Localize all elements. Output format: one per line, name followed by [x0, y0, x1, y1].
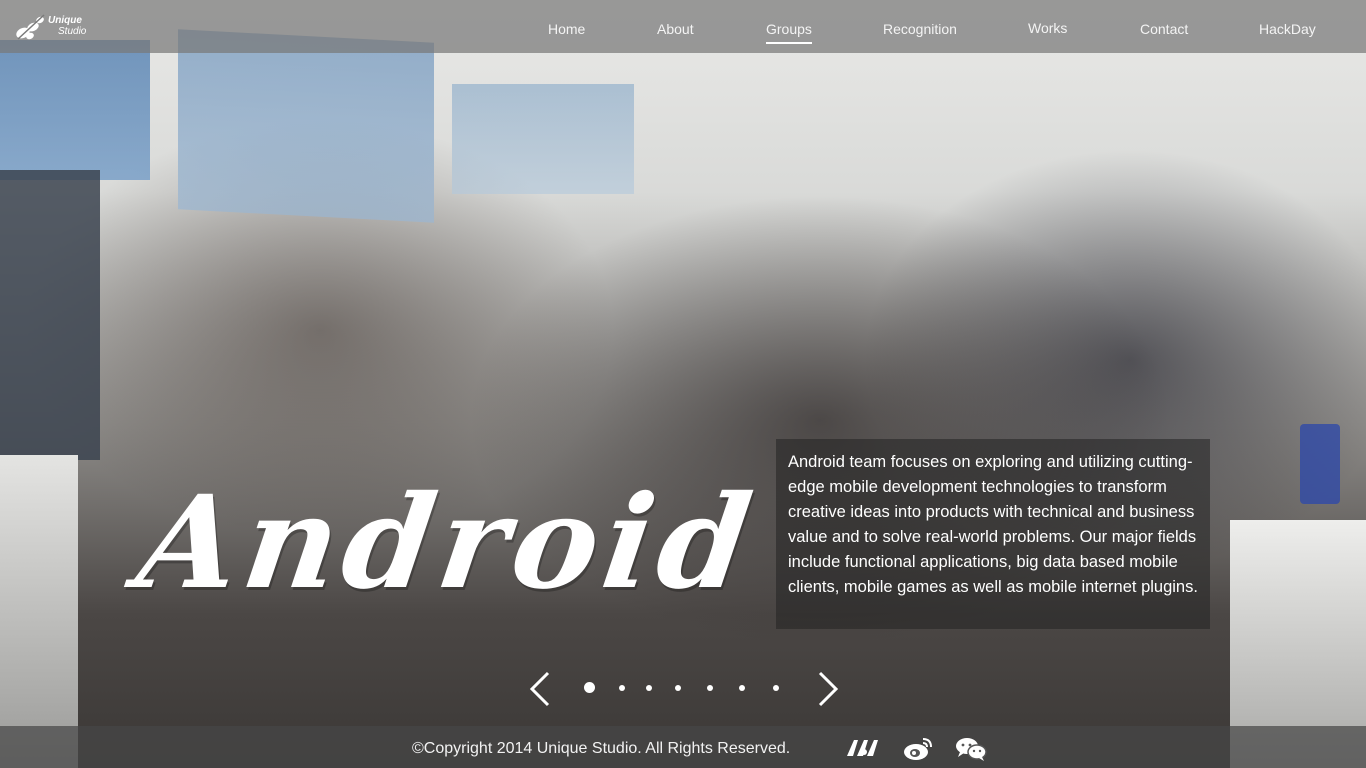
slide-dot-7[interactable]: [773, 685, 779, 691]
background-window: [0, 40, 150, 180]
nav-contact[interactable]: Contact: [1140, 20, 1188, 38]
description-panel: Android team focuses on exploring and ut…: [776, 439, 1210, 629]
copyright-text: ©Copyright 2014 Unique Studio. All Right…: [412, 740, 791, 757]
chevron-left-icon: [529, 671, 550, 707]
unique-studio-logo-icon: [16, 14, 45, 40]
weibo-icon: [904, 738, 932, 760]
unique-studio-social-link[interactable]: [845, 736, 881, 762]
group-title: Android: [129, 468, 766, 618]
slide-dot-4[interactable]: [675, 685, 681, 691]
prev-slide-button[interactable]: [522, 670, 558, 708]
next-slide-button[interactable]: [810, 670, 846, 708]
logo-line-2: Studio: [58, 26, 87, 37]
logo-line-1: Unique: [48, 15, 82, 26]
chevron-right-icon: [818, 671, 839, 707]
nav-home[interactable]: Home: [548, 20, 585, 38]
slide-indicators: [580, 680, 790, 696]
background-board: [178, 29, 434, 223]
logo-link[interactable]: Unique Studio: [14, 10, 104, 44]
nav-recognition[interactable]: Recognition: [883, 20, 957, 38]
wechat-icon: [956, 738, 987, 761]
nav-hackday[interactable]: HackDay: [1259, 20, 1316, 38]
footer: ©Copyright 2014 Unique Studio. All Right…: [0, 726, 1366, 768]
slide-dot-5[interactable]: [707, 685, 713, 691]
wechat-link[interactable]: [955, 736, 991, 762]
nav-groups[interactable]: Groups: [766, 20, 812, 44]
weibo-link[interactable]: [903, 736, 939, 762]
background-desk-left: [0, 455, 78, 768]
slide-dot-2[interactable]: [619, 685, 625, 691]
nav-works[interactable]: Works: [1028, 19, 1067, 37]
background-door: [0, 170, 100, 460]
slide-dot-3[interactable]: [646, 685, 652, 691]
background-chair: [1300, 424, 1340, 504]
background-board-2: [452, 84, 634, 194]
top-navbar: Unique Studio Home About Groups Recognit…: [0, 0, 1366, 53]
unique-studio-icon: [847, 740, 878, 756]
nav-about[interactable]: About: [657, 20, 694, 38]
slide-dot-1[interactable]: [584, 682, 595, 693]
group-description: Android team focuses on exploring and ut…: [788, 453, 1198, 596]
logo-text: Unique Studio: [48, 15, 86, 37]
slide-dot-6[interactable]: [739, 685, 745, 691]
